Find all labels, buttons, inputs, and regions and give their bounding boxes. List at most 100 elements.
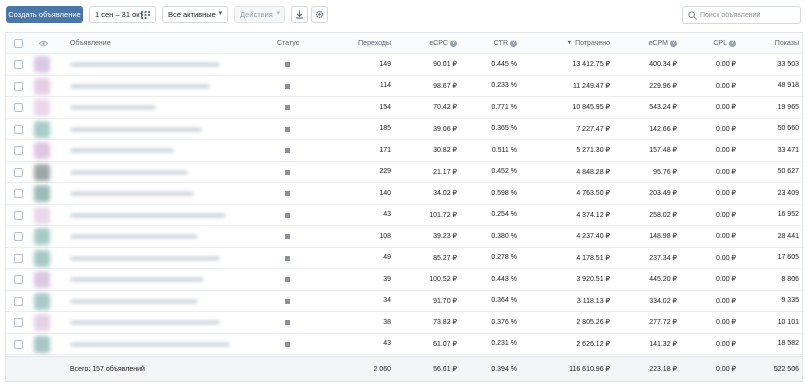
row-checkbox[interactable] — [14, 296, 23, 306]
ad-thumbnail — [34, 292, 50, 310]
col-ecpc[interactable]: eCPC? — [401, 33, 457, 53]
status-indicator[interactable] — [285, 126, 290, 132]
sort-desc-icon: ▼ — [566, 40, 573, 46]
ad-name-redacted[interactable] — [70, 83, 210, 89]
table-row[interactable]: 149 90.01 ₽ 0.445 % 13 412.75 ₽ 400.34 ₽ 0.00… — [6, 54, 802, 76]
table-row[interactable]: 154 70.42 ₽ 0.771 % 10 845.95 ₽ 543.24 ₽ 0.00… — [6, 97, 802, 119]
table-row[interactable]: 108 39.23 ₽ 0.380 % 4 237.40 ₽ 148.98 ₽ 0.00 … — [6, 226, 802, 248]
table-row[interactable]: 229 21.17 ₽ 0.452 % 4 848.28 ₽ 95.76 ₽ 0.00 ₽… — [6, 161, 802, 183]
ad-name-redacted[interactable] — [70, 105, 156, 110]
col-status[interactable]: Статус — [277, 33, 299, 53]
cell-ecpm: 334.02 ₽ — [649, 297, 677, 305]
ad-name-redacted[interactable] — [70, 341, 230, 347]
row-checkbox[interactable] — [14, 339, 23, 349]
ad-name-redacted[interactable] — [70, 169, 188, 175]
status-indicator[interactable] — [285, 341, 290, 347]
table-row[interactable]: 43 61.07 ₽ 0.231 % 2 626.12 ₽ 141.32 ₽ 0.00 ₽… — [6, 333, 802, 355]
cell-cpl: 0.00 ₽ — [715, 276, 736, 284]
cell-ecpc: 101.72 ₽ — [429, 211, 457, 219]
table-row[interactable]: 38 73.82 ₽ 0.376 % 2 805.26 ₽ 277.72 ₽ 0.00 ₽… — [6, 312, 802, 334]
help-icon[interactable]: ? — [729, 39, 736, 47]
col-impressions[interactable]: Показы — [746, 33, 799, 53]
row-checkbox[interactable] — [14, 103, 23, 112]
download-button[interactable] — [291, 6, 308, 23]
row-checkbox[interactable] — [14, 60, 23, 69]
status-indicator[interactable] — [285, 83, 290, 89]
status-filter-select[interactable]: Все активные ▾ — [162, 6, 228, 23]
ad-thumbnail — [34, 271, 50, 288]
table-row[interactable]: 43 101.72 ₽ 0.254 % 4 374.12 ₽ 258.02 ₽ 0.00 … — [6, 204, 802, 226]
ad-name-redacted[interactable] — [70, 212, 226, 218]
create-ad-button[interactable]: Создать объявление — [6, 6, 83, 23]
status-indicator[interactable] — [285, 234, 290, 239]
ad-thumbnail — [34, 56, 50, 73]
row-checkbox[interactable] — [14, 232, 23, 241]
cell-cpl: 0.00 ₽ — [715, 254, 736, 262]
cell-cpl: 0.00 ₽ — [715, 340, 736, 348]
ad-name-redacted[interactable] — [70, 234, 198, 239]
table-row[interactable]: 39 100.52 ₽ 0.443 % 3 920.51 ₽ 445.20 ₽ 0.00 … — [6, 269, 802, 291]
actions-dropdown[interactable]: Действия ▾ — [234, 6, 285, 23]
eye-icon[interactable] — [39, 40, 48, 47]
actions-label: Действия — [240, 10, 273, 19]
status-indicator[interactable] — [285, 148, 290, 153]
cell-spent: 4 374.12 ₽ — [576, 211, 610, 219]
help-icon[interactable]: ? — [510, 39, 517, 47]
table-row[interactable]: 171 30.82 ₽ 0.511 % 5 271.30 ₽ 157.48 ₽ 0.00 … — [6, 140, 802, 162]
cell-ctr: 0.771 % — [491, 103, 517, 111]
ad-name-redacted[interactable] — [70, 191, 194, 196]
ad-name-redacted[interactable] — [70, 148, 174, 153]
status-indicator[interactable] — [285, 191, 290, 196]
status-indicator[interactable] — [285, 320, 290, 325]
table-row[interactable]: 140 34.02 ₽ 0.598 % 4 763.50 ₽ 203.49 ₽ 0.00 … — [6, 183, 802, 205]
col-ctr[interactable]: CTR? — [461, 33, 517, 53]
status-indicator[interactable] — [285, 277, 290, 282]
table-row[interactable]: 185 39.06 ₽ 0.365 % 7 227.47 ₽ 142.66 ₽ 0.00 … — [6, 118, 802, 140]
row-checkbox[interactable] — [14, 81, 23, 91]
help-icon[interactable]: ? — [670, 39, 677, 47]
ad-name-redacted[interactable] — [70, 255, 220, 261]
search-box[interactable] — [682, 6, 801, 24]
cell-ecpm: 237.34 ₽ — [649, 254, 677, 262]
row-checkbox[interactable] — [14, 210, 23, 220]
status-indicator[interactable] — [285, 255, 290, 261]
toolbar: Создать объявление 1 сен – 31 окт Все ак… — [0, 0, 807, 30]
col-cpl[interactable]: CPL? — [686, 33, 736, 53]
select-all-checkbox[interactable] — [14, 39, 23, 48]
cell-ctr: 0.380 % — [491, 232, 517, 240]
cell-impressions: 19 965 — [777, 103, 799, 111]
status-filter-value: Все активные — [168, 10, 216, 19]
status-indicator[interactable] — [285, 212, 290, 218]
search-input[interactable] — [700, 8, 798, 22]
row-checkbox[interactable] — [14, 124, 23, 134]
status-indicator[interactable] — [285, 105, 290, 110]
row-checkbox[interactable] — [14, 189, 23, 198]
ad-name-redacted[interactable] — [70, 277, 204, 282]
table-row[interactable]: 114 98.67 ₽ 0.233 % 11 249.47 ₽ 229.96 ₽ 0.00… — [6, 75, 802, 97]
ad-name-redacted[interactable] — [70, 298, 198, 304]
help-icon[interactable]: ? — [450, 39, 457, 47]
ad-name-redacted[interactable] — [70, 320, 220, 325]
cell-ctr: 0.598 % — [491, 189, 517, 197]
ad-name-redacted[interactable] — [70, 62, 220, 67]
table-row[interactable]: 34 91.70 ₽ 0.364 % 3 118.13 ₽ 334.02 ₽ 0.00 ₽… — [6, 290, 802, 312]
ads-table: Объявление Статус Переходы eCPC? CTR? ▼ П… — [5, 32, 803, 355]
col-clicks[interactable]: Переходы — [336, 33, 391, 53]
cell-clicks: 149 — [379, 60, 391, 68]
row-checkbox[interactable] — [14, 167, 23, 177]
col-ad[interactable]: Объявление — [70, 33, 111, 53]
row-checkbox[interactable] — [14, 318, 23, 327]
status-indicator[interactable] — [285, 298, 290, 304]
col-spent[interactable]: ▼ Потрачено — [526, 33, 610, 53]
date-range-button[interactable]: 1 сен – 31 окт — [89, 6, 156, 23]
col-ecpm[interactable]: eCPM? — [621, 33, 677, 53]
row-checkbox[interactable] — [14, 253, 23, 263]
row-checkbox[interactable] — [14, 146, 23, 155]
cell-impressions: 16 952 — [777, 211, 799, 219]
ad-name-redacted[interactable] — [70, 126, 202, 132]
status-indicator[interactable] — [285, 169, 290, 175]
row-checkbox[interactable] — [14, 275, 23, 284]
status-indicator[interactable] — [285, 62, 290, 67]
settings-button[interactable] — [311, 6, 328, 23]
table-row[interactable]: 49 85.27 ₽ 0.278 % 4 178.51 ₽ 237.34 ₽ 0.00 ₽… — [6, 247, 802, 269]
